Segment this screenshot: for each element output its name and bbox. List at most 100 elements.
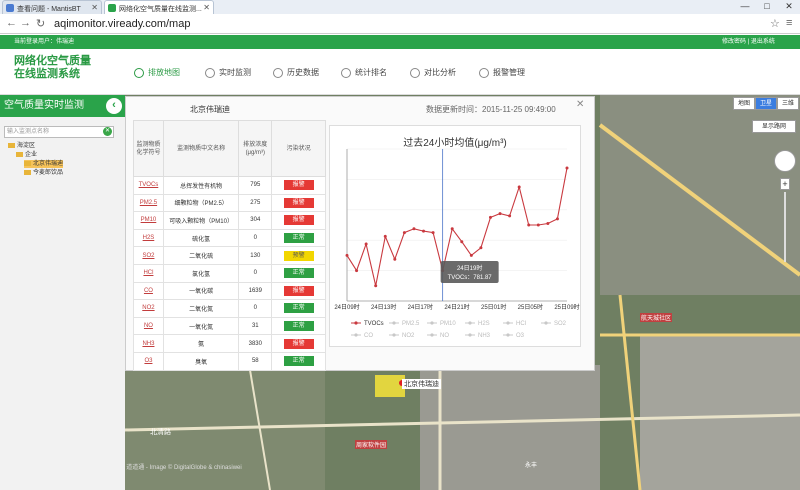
tree-node-enterprise[interactable]: 企业 (16, 151, 37, 159)
current-user: 当前登录用户：伟瑞迪 (14, 39, 75, 45)
map-type-satellite-button[interactable]: 卫星 (755, 97, 777, 110)
status-cell: 正常 (271, 351, 326, 371)
pollutant-code-link[interactable]: NO2 (133, 299, 164, 318)
zoom-in-button[interactable]: + (780, 178, 790, 190)
window-controls: — □ ✕ (734, 0, 800, 14)
legend-item: PM10 (440, 321, 456, 327)
status-cell: 报警 (271, 176, 326, 195)
status-cell: 预警 (271, 246, 326, 265)
tab-label: 网络化空气质量在线监测... (119, 6, 202, 13)
table-row: TVOCs 总挥发性有机物 795 报警 (133, 176, 326, 195)
browser-tab-mantis[interactable]: 查看问题 - MantisBT ✕ (2, 0, 102, 14)
legend-dot (468, 321, 472, 325)
map-type-3d-button[interactable]: 三维 (777, 97, 799, 110)
table-row: SO2 二氧化硫 130 预警 (133, 246, 326, 265)
forward-arrow-icon[interactable]: → (20, 17, 31, 29)
status-cell: 报警 (271, 211, 326, 230)
pollutant-table: 监测物质化学符号 监测物质中文名称 排放浓度(μg/m³) 污染状况 TVOCs… (133, 120, 326, 371)
menu-label: 实时监测 (219, 68, 251, 77)
close-window-button[interactable]: ✕ (778, 0, 800, 14)
close-tab-icon[interactable]: ✕ (203, 3, 210, 12)
pollutant-code-link[interactable]: TVOCs (133, 176, 164, 195)
col-header-code: 监测物质化学符号 (133, 120, 164, 177)
status-badge: 正常 (283, 356, 314, 367)
data-point (355, 269, 359, 273)
data-point (460, 240, 464, 244)
zoom-slider[interactable] (784, 192, 786, 262)
status-cell: 正常 (271, 316, 326, 336)
map-type-map-button[interactable]: 地图 (733, 97, 755, 110)
menu-label: 统计排名 (355, 68, 387, 77)
pollutant-code-link[interactable]: CO (133, 281, 164, 301)
map-pan-control[interactable] (774, 150, 796, 172)
browser-tab-aqi[interactable]: 网络化空气质量在线监测... ✕ (104, 0, 214, 14)
ranking-icon (341, 68, 351, 78)
pollutant-code-link[interactable]: PM2.5 (133, 193, 164, 213)
legend-item: NH3 (478, 333, 491, 339)
tree-node-station[interactable]: 今麦郎饮品 (24, 169, 63, 177)
station-search-input[interactable]: 输入监测点名称 (4, 126, 114, 138)
pollutant-value: 304 (238, 211, 273, 230)
table-row: NH3 氨 3830 报警 (133, 334, 326, 353)
clear-search-icon[interactable]: ✕ (103, 127, 112, 136)
mantis-favicon-icon (6, 4, 14, 12)
reload-icon[interactable]: ↻ (36, 17, 45, 30)
legend-dot (506, 321, 510, 325)
legend-dot (430, 333, 434, 337)
tree-label: 北京伟瑞迪 (33, 161, 64, 167)
update-time: 数据更新时间：2015-11-25 09:49:00 (426, 105, 556, 114)
menu-alarm[interactable]: 报警管理 (479, 66, 525, 80)
pollutant-code-link[interactable]: H2S (133, 228, 164, 248)
tooltip-time: 24日19时 (457, 264, 482, 272)
status-badge: 正常 (283, 321, 314, 332)
pollutant-code-link[interactable]: NO (133, 316, 164, 336)
pollutant-code-link[interactable]: PM10 (133, 211, 164, 230)
legend-dot (430, 321, 434, 325)
menu-icon[interactable]: ≡ (786, 17, 792, 29)
tree-node-station-selected[interactable]: 北京伟瑞迪 (24, 160, 64, 168)
x-tick-label: 24日21时 (444, 303, 469, 311)
legend-item: TVOCs (364, 321, 384, 327)
legend-item: HCl (516, 321, 526, 327)
menu-emission-map[interactable]: 排放地图 (134, 66, 180, 80)
chart-plot[interactable]: 24日09时 24日13时 24日17时 24日21时 25日01时 25日05时 25日0… (329, 125, 581, 347)
back-arrow-icon[interactable]: ← (6, 17, 17, 29)
monitor-icon (205, 68, 215, 78)
menu-label: 对比分析 (424, 68, 456, 77)
status-badge: 报警 (283, 285, 314, 296)
data-point (479, 246, 483, 250)
x-tick-label: 24日09时 (334, 303, 359, 311)
pollutant-name: 氯化氢 (162, 263, 240, 283)
menu-label: 排放地图 (148, 68, 180, 77)
pollutant-name: 臭氧 (162, 351, 240, 371)
url-field[interactable]: aqimonitor.vireadу.com/map (54, 17, 774, 32)
menu-compare[interactable]: 对比分析 (410, 66, 456, 80)
station-marker-label[interactable]: 北京伟瑞迪 (402, 379, 441, 389)
menu-realtime[interactable]: 实时监测 (205, 66, 251, 80)
data-point (536, 223, 540, 227)
logo-line-2: 在线监测系统 (14, 68, 80, 80)
alarm-icon (479, 68, 489, 78)
legend-item: CO (364, 333, 373, 339)
legend-item: NO2 (402, 333, 415, 339)
account-links[interactable]: 修改密码 | 退出系统 (722, 35, 775, 49)
pollutant-code-link[interactable]: SO2 (133, 246, 164, 265)
bookmark-star-icon[interactable]: ☆ (770, 17, 780, 30)
close-tab-icon[interactable]: ✕ (91, 3, 98, 12)
x-tick-label: 25日01时 (481, 303, 506, 311)
menu-ranking[interactable]: 统计排名 (341, 66, 387, 80)
show-roads-toggle[interactable]: 显示路网 (752, 120, 796, 133)
collapse-panel-button[interactable]: ‹ (106, 98, 122, 114)
tree-node-district[interactable]: 海淀区 (8, 142, 35, 150)
close-popup-icon[interactable]: ✕ (576, 99, 584, 110)
pollutant-code-link[interactable]: HCl (133, 263, 164, 283)
x-tick-label: 24日13时 (371, 303, 396, 311)
legend-item: O3 (516, 333, 525, 339)
station-name: 北京伟瑞迪 (190, 105, 230, 114)
pollutant-name: 细颗粒物（PM2.5） (162, 193, 240, 213)
pollutant-code-link[interactable]: NH3 (133, 334, 164, 353)
menu-history[interactable]: 历史数据 (273, 66, 319, 80)
minimize-button[interactable]: — (734, 0, 756, 14)
pollutant-code-link[interactable]: O3 (133, 351, 164, 371)
maximize-button[interactable]: □ (756, 0, 778, 14)
